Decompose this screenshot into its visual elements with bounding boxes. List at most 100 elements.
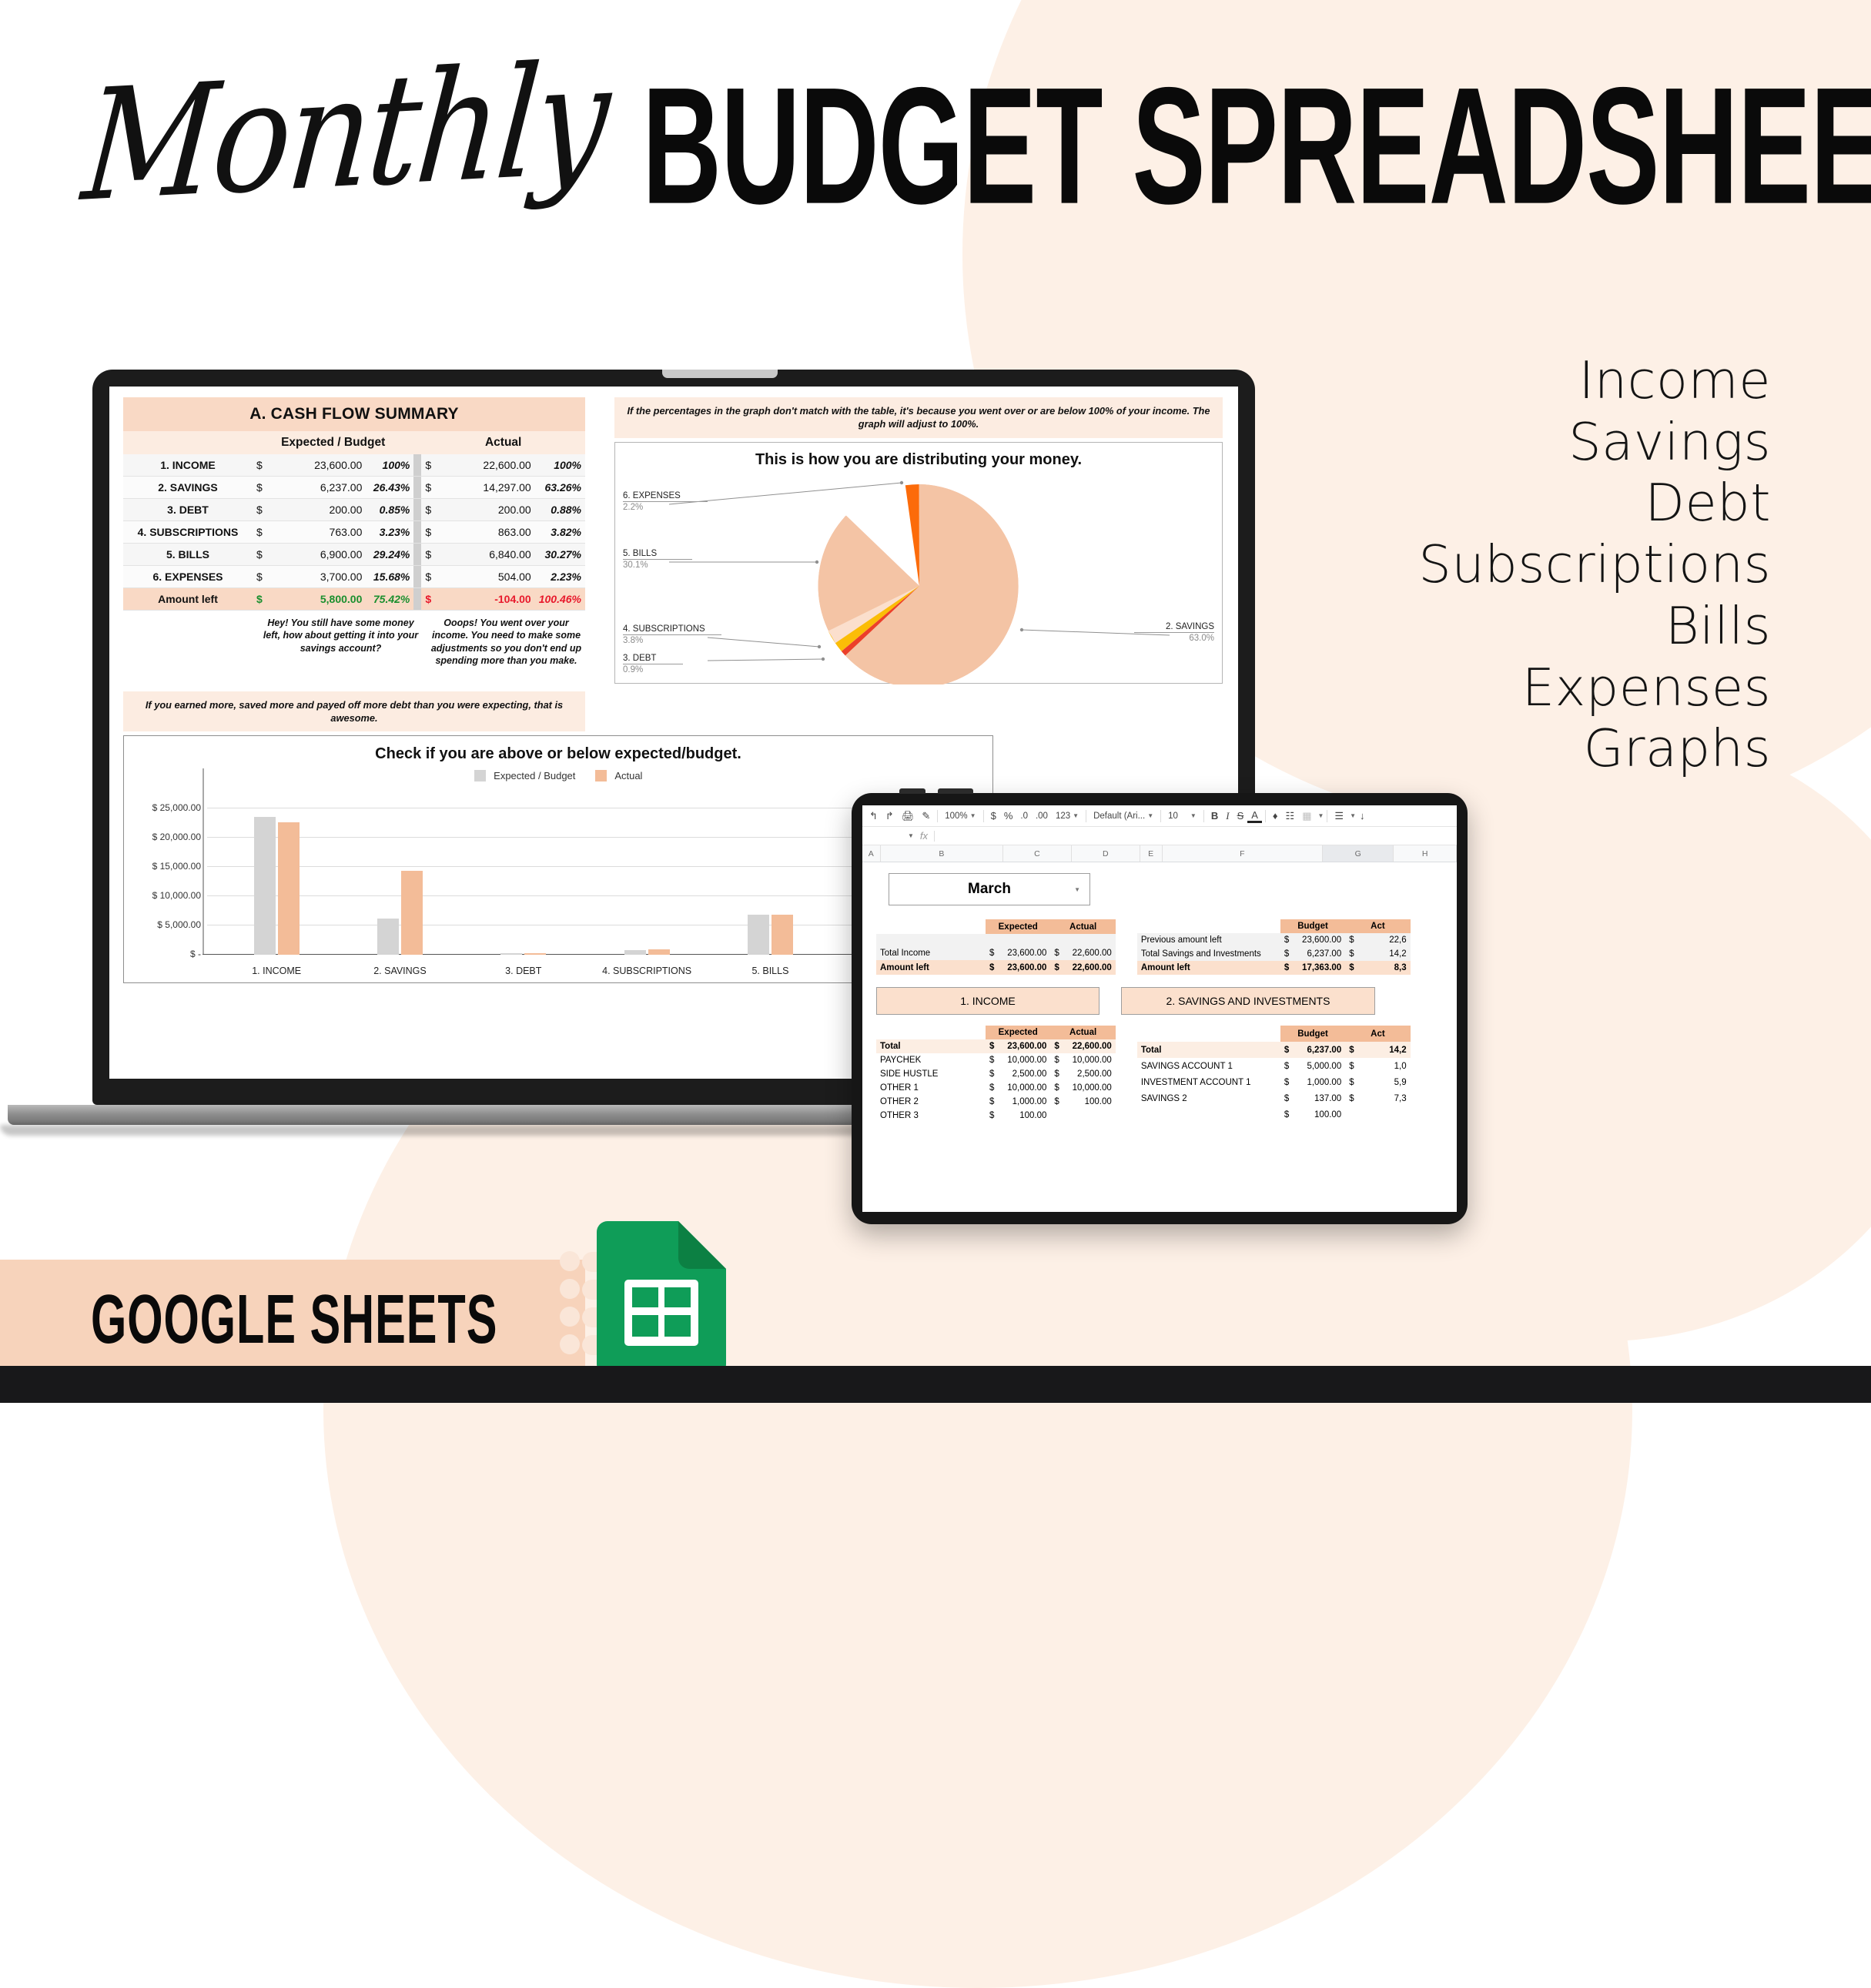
column-header-g[interactable]: G (1323, 845, 1394, 862)
row-label: 2. SAVINGS (158, 481, 218, 494)
cash-flow-summary-panel: A. CASH FLOW SUMMARY Expected / Budget A… (123, 397, 585, 684)
column-header-b[interactable]: B (881, 845, 1004, 862)
column-header-a[interactable]: A (862, 845, 881, 862)
bold-button[interactable]: B (1207, 810, 1222, 822)
pie-chart-panel: If the percentages in the graph don't ma… (614, 397, 1223, 688)
col-expected: Expected (986, 1026, 1051, 1039)
total-label: Total (880, 1042, 901, 1051)
feature-item-subscriptions: Subscriptions (1418, 534, 1771, 595)
cell-currency: $ (256, 571, 263, 583)
strikethrough-button[interactable]: S (1233, 810, 1248, 822)
borders-icon[interactable]: ☷ (1282, 810, 1299, 822)
font-size-selector[interactable]: 10 ▼ (1164, 812, 1200, 821)
cell-actual-pct: 0.88% (551, 504, 581, 516)
cell-budget: 5,000.00 (1307, 1061, 1342, 1071)
fill-color-icon[interactable]: ♦ (1269, 810, 1282, 822)
section-header-savings: 2. SAVINGS AND INVESTMENTS (1121, 987, 1375, 1015)
undo-icon[interactable]: ↰ (865, 810, 882, 822)
pie-label-savings: 2. SAVINGS 63.0% (1134, 621, 1214, 644)
cell-expected: 6,237.00 (320, 481, 363, 494)
cell-budget: 100.00 (1314, 1109, 1342, 1120)
cell-expected: 200.00 (329, 504, 363, 516)
chevron-down-icon[interactable]: ▼ (908, 832, 914, 839)
feature-item-debt: Debt (1645, 473, 1771, 534)
bar-actual (771, 915, 793, 956)
font-selector[interactable]: Default (Ari... ▼ (1089, 812, 1157, 821)
number-format-selector[interactable]: 123 ▼ (1052, 812, 1083, 821)
currency-format-button[interactable]: $ (987, 810, 1000, 822)
google-sheets-label: GOOGLE SHEETS (91, 1281, 498, 1359)
bar-expected (747, 915, 769, 956)
percent-format-button[interactable]: % (1000, 810, 1017, 822)
total-label: Total (1140, 1045, 1162, 1055)
italic-button[interactable]: I (1222, 810, 1233, 822)
vertical-align-icon[interactable]: ↓ (1356, 810, 1369, 822)
cell-currency: $ (256, 481, 263, 494)
table-row: OTHER 3 $ 100.00 (876, 1109, 1116, 1123)
month-selector[interactable]: March ▼ (889, 873, 1090, 905)
table-row: SIDE HUSTLE $ 2,500.00 $ 2,500.00 (876, 1067, 1116, 1081)
total-actual: 22,600.00 (1072, 1042, 1112, 1051)
cell-currency: $ (256, 504, 263, 516)
bar-group: 3. DEBT (470, 953, 577, 976)
tablet-volume-button-down[interactable] (938, 788, 973, 794)
cell-actual: 863.00 (497, 526, 531, 538)
cell-actual: 504.00 (497, 571, 531, 583)
row-label: 5. BILLS (166, 548, 209, 561)
row-label: 3. DEBT (167, 504, 209, 516)
pie-label-subscriptions: 4. SUBSCRIPTIONS 3.8% (623, 624, 721, 647)
total-expected: 23,600.00 (1007, 962, 1047, 972)
row-label (1137, 1106, 1280, 1123)
total-budget: 17,363.00 (1302, 963, 1342, 972)
merge-cells-icon[interactable]: ▦ (1298, 810, 1315, 822)
cell-currency: $ (256, 548, 263, 561)
total-actual: 14,2 (1389, 1045, 1407, 1055)
cell-actual: 10,000.00 (1072, 1083, 1112, 1093)
bar-group: 4. SUBSCRIPTIONS (593, 949, 701, 976)
paint-format-icon[interactable]: ✎ (918, 810, 934, 822)
table-row-total: Total $ 23,600.00 $ 22,600.00 (876, 1039, 1116, 1053)
text-color-button[interactable]: A (1247, 809, 1262, 823)
cell-currency: $ (425, 459, 432, 471)
feature-item-savings: Savings (1568, 411, 1771, 472)
bar-chart-banner: If you earned more, saved more and payed… (123, 691, 585, 732)
col-expected: Expected (986, 919, 1051, 934)
tablet-volume-button-up[interactable] (899, 788, 925, 794)
spreadsheet-body: March ▼ Expected Actual Total Income $ 2… (862, 862, 1457, 1123)
align-icon[interactable]: ☰ (1330, 810, 1347, 822)
print-icon[interactable]: 🖨 (898, 810, 919, 822)
redo-icon[interactable]: ↱ (882, 810, 898, 822)
cell-actual: 22,600.00 (483, 459, 531, 471)
col-divider (413, 431, 422, 454)
cell-expected: 6,900.00 (320, 548, 363, 561)
cell-actual: 100.00 (1084, 1097, 1112, 1106)
cell-actual: 7,3 (1394, 1093, 1407, 1103)
zoom-selector[interactable]: 100% ▼ (941, 812, 979, 821)
table-row: Previous amount left $ 23,600.00 $ 22,6 (1136, 933, 1411, 947)
cell-actual-pct: 63.26% (544, 481, 581, 494)
column-header-e[interactable]: E (1140, 845, 1163, 862)
column-header-f[interactable]: F (1163, 845, 1324, 862)
page-header: Monthly BUDGET SPREADSHEET (0, 29, 1871, 254)
table-header-row: Budget Act (1137, 919, 1411, 933)
table-header-row: Expected Actual (876, 1026, 1116, 1039)
bar-actual (524, 953, 547, 956)
increase-decimal-button[interactable]: .00 (1032, 812, 1052, 821)
column-header-d[interactable]: D (1072, 845, 1140, 862)
col-blank (123, 431, 253, 454)
y-tick: $ 15,000.00 (152, 861, 201, 872)
decrease-decimal-button[interactable]: .0 (1016, 812, 1032, 821)
fx-icon: fx (919, 830, 929, 842)
table-row-total: Total $ 6,237.00 $ 14,2 (1136, 1042, 1411, 1058)
row-label: OTHER 2 (880, 1097, 919, 1106)
column-header-h[interactable]: H (1394, 845, 1457, 862)
cash-flow-notes: Hey! You still have some money left, how… (123, 617, 585, 667)
bar-actual (400, 871, 423, 956)
column-header-c[interactable]: C (1003, 845, 1072, 862)
feature-item-bills: Bills (1665, 595, 1771, 656)
pie-label-expenses: 6. EXPENSES 2.2% (623, 490, 708, 514)
table-row: 3. DEBT $ 200.00 0.85% $ 200.00 0.88% (123, 498, 585, 521)
cell-currency: $ (425, 481, 432, 494)
row-label: SAVINGS 2 (1140, 1093, 1187, 1103)
table-row: 4. SUBSCRIPTIONS $ 763.00 3.23% $ 863.00… (123, 520, 585, 544)
